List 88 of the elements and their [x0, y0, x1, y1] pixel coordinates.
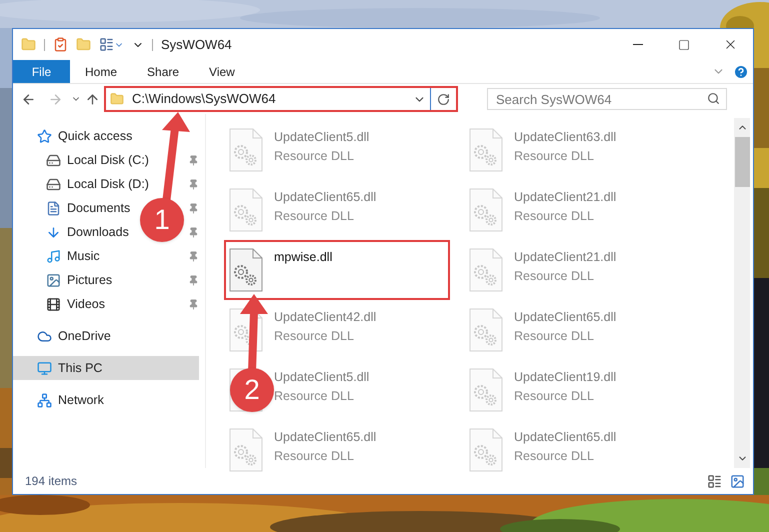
sidebar-item[interactable]: Local Disk (D:) — [13, 172, 151, 196]
pin-icon[interactable] — [188, 154, 199, 166]
address-path: C:\Windows\SysWOW64 — [132, 90, 276, 108]
monitor-icon — [37, 360, 52, 376]
sidebar-item[interactable]: Music — [13, 244, 102, 268]
file-name[interactable]: UpdateClient5.dll — [274, 128, 370, 147]
file-name[interactable]: UpdateClient19.dll — [514, 368, 616, 387]
file-type: Resource DLL — [274, 208, 355, 225]
pin-icon[interactable] — [188, 178, 199, 190]
sidebar-item[interactable]: Videos — [13, 292, 107, 316]
ribbon-tab[interactable]: Home — [70, 60, 132, 83]
search-field[interactable]: Search SysWOW64 — [487, 88, 727, 110]
file-name[interactable]: UpdateClient65.dll — [274, 188, 376, 207]
sidebar-item[interactable]: Pictures — [13, 268, 114, 292]
folder-icon — [110, 92, 124, 106]
drive-icon — [46, 152, 61, 168]
gear-file-icon — [469, 368, 503, 412]
folder-icon[interactable] — [76, 37, 91, 52]
file-type: Resource DLL — [274, 328, 355, 345]
help-icon[interactable] — [733, 64, 749, 80]
properties-icon[interactable] — [99, 37, 114, 52]
sidebar-item[interactable]: Local Disk (C:) — [13, 148, 151, 172]
gear-file-icon — [469, 248, 503, 292]
sidebar-item[interactable]: Network — [13, 388, 199, 412]
document-icon — [46, 200, 61, 216]
file-type: Resource DLL — [514, 388, 595, 405]
gear-file-icon — [229, 428, 263, 472]
file-name[interactable]: UpdateClient5.dll — [274, 368, 370, 387]
gear-file-icon — [469, 128, 503, 172]
image-icon — [46, 272, 61, 288]
file-name[interactable]: UpdateClient65.dll — [514, 308, 616, 327]
ribbon-tab[interactable]: View — [194, 60, 250, 83]
gear-file-icon — [469, 308, 503, 352]
scroll-thumb[interactable] — [734, 137, 750, 187]
sidebar-item[interactable]: OneDrive — [13, 324, 199, 348]
sidebar-item[interactable]: This PC — [13, 356, 199, 380]
maximize-icon — [678, 38, 690, 50]
file-name[interactable]: UpdateClient42.dll — [274, 308, 376, 327]
cloud-icon — [37, 328, 52, 344]
sidebar-item[interactable]: Quick access — [13, 124, 199, 148]
file-type: Resource DLL — [514, 268, 595, 285]
gear-file-icon — [469, 188, 503, 232]
music-note-icon — [46, 248, 61, 264]
up-icon[interactable] — [85, 92, 100, 106]
film-icon — [46, 296, 61, 312]
pin-icon[interactable] — [188, 298, 199, 310]
folder-icon[interactable] — [21, 37, 36, 52]
file-type: Resource DLL — [514, 208, 595, 225]
pin-icon[interactable] — [188, 226, 199, 238]
forward-icon[interactable] — [48, 92, 63, 106]
file-type: Resource DLL — [274, 148, 355, 165]
file-type: Resource DLL — [514, 328, 595, 345]
file-name[interactable]: UpdateClient63.dll — [514, 128, 616, 147]
ribbon-tab[interactable]: Share — [132, 60, 194, 83]
pin-icon[interactable] — [188, 202, 199, 214]
network-icon — [37, 392, 52, 408]
star-icon — [37, 128, 52, 144]
minimize-icon — [633, 44, 643, 45]
pin-icon[interactable] — [188, 274, 199, 286]
details-view-icon[interactable] — [707, 474, 722, 488]
gear-file-icon — [229, 128, 263, 172]
file-type: Resource DLL — [514, 148, 595, 165]
window-title: SysWOW64 — [161, 36, 232, 54]
address-bar[interactable]: C:\Windows\SysWOW64 — [104, 86, 458, 112]
file-tab[interactable]: File — [13, 60, 70, 83]
gear-file-icon — [469, 428, 503, 472]
file-type: Resource DLL — [274, 448, 355, 465]
file-type: Resource DLL — [514, 448, 595, 465]
sidebar-item[interactable]: Downloads — [13, 220, 131, 244]
file-type: Resource DLL — [274, 388, 355, 405]
down-arrow-icon — [46, 224, 61, 240]
clipboard-check-icon[interactable] — [53, 37, 68, 52]
scrollbar[interactable] — [734, 118, 750, 468]
file-name[interactable]: UpdateClient65.dll — [514, 428, 616, 447]
file-name[interactable]: UpdateClient65.dll — [274, 428, 376, 447]
pin-icon[interactable] — [188, 250, 199, 262]
refresh-icon[interactable] — [437, 92, 450, 106]
drive-icon — [46, 176, 61, 192]
status-item-count: 194 items — [25, 473, 78, 490]
sidebar-item[interactable]: Documents — [13, 196, 132, 220]
gear-file-icon — [229, 188, 263, 232]
file-name[interactable]: UpdateClient21.dll — [514, 248, 616, 267]
search-icon[interactable] — [707, 92, 720, 105]
file-name[interactable]: UpdateClient21.dll — [514, 188, 616, 207]
back-icon[interactable] — [21, 92, 36, 106]
gear-file-icon — [229, 248, 263, 292]
large-icons-view-icon[interactable] — [730, 474, 745, 488]
file-name[interactable]: mpwise.dll — [274, 248, 332, 267]
